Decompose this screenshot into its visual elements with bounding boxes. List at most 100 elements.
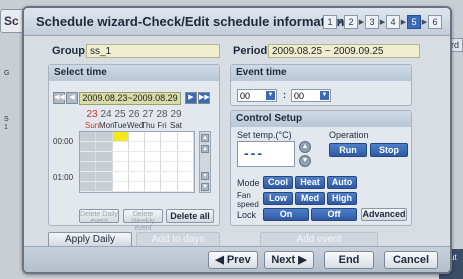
delete-all-button[interactable]: Delete all — [166, 209, 214, 223]
grid-cell[interactable] — [128, 162, 146, 172]
cancel-button[interactable]: Cancel — [384, 251, 438, 269]
grid-cell[interactable] — [161, 182, 178, 192]
next-week-icon[interactable]: ▶ — [185, 92, 197, 104]
advanced-button[interactable]: Advanced — [361, 208, 407, 221]
grid-cell[interactable] — [128, 152, 146, 162]
chevron-left-icon: ◀ — [215, 254, 227, 266]
grid-cell[interactable] — [177, 162, 194, 172]
fan-med-button[interactable]: Med — [295, 192, 325, 205]
day-number: 23 — [86, 109, 98, 120]
grid-cell[interactable] — [145, 182, 162, 192]
grid-cell[interactable] — [177, 142, 194, 152]
grid-cell[interactable] — [177, 182, 194, 192]
fan-high-button[interactable]: High — [327, 192, 357, 205]
grid-cell[interactable] — [128, 182, 146, 192]
grid-cell[interactable] — [161, 142, 178, 152]
grid-cell[interactable] — [80, 142, 97, 152]
grid-cell[interactable] — [80, 182, 97, 192]
next-button[interactable]: Next ▶ — [264, 251, 314, 269]
add-to-days-button[interactable]: Add to days — [136, 232, 220, 247]
grid-cell[interactable] — [112, 152, 129, 162]
prev-button[interactable]: ◀ Prev — [208, 251, 258, 269]
schedule-grid[interactable] — [79, 131, 195, 193]
step-1: 1 — [323, 15, 337, 29]
grid-cell[interactable] — [80, 152, 97, 162]
step-arrow-icon: ▶ — [400, 19, 407, 26]
grid-cell[interactable] — [161, 162, 178, 172]
period-label: Period — [233, 45, 268, 57]
grid-cell[interactable] — [112, 182, 129, 192]
day-name: Mon — [99, 121, 115, 130]
mode-auto-button[interactable]: Auto — [327, 176, 357, 189]
stop-button[interactable]: Stop — [370, 143, 408, 157]
schedule-wizard-dialog: Schedule wizard-Check/Edit schedule info… — [22, 6, 452, 274]
prev-week-icon[interactable]: ◀ — [66, 92, 78, 104]
grid-cell[interactable] — [128, 142, 146, 152]
grid-cell[interactable] — [80, 172, 97, 182]
grid-cell[interactable] — [177, 172, 194, 182]
end-button[interactable]: End — [324, 251, 374, 269]
run-button[interactable]: Run — [329, 143, 367, 157]
next-label: Next — [271, 254, 296, 266]
grid-cell[interactable] — [145, 152, 162, 162]
lock-label: Lock — [237, 210, 257, 220]
mode-heat-button[interactable]: Heat — [295, 176, 325, 189]
day-name: Wed — [127, 121, 144, 130]
grid-cell[interactable] — [96, 182, 113, 192]
grid-cell[interactable] — [161, 172, 178, 182]
scroll-up-icon[interactable]: ▴ — [201, 145, 209, 153]
first-week-icon[interactable]: ◀◀ — [53, 92, 65, 104]
operation-label: Operation — [329, 130, 369, 140]
fan-speed-label: Fan speed — [237, 191, 259, 209]
hour-value: 00 — [240, 91, 251, 101]
grid-scrollbar[interactable]: ▲ ▴ ▾ ▼ — [199, 131, 211, 193]
grid-cell-selected[interactable] — [112, 132, 129, 142]
grid-cell[interactable] — [96, 162, 113, 172]
grid-cell[interactable] — [128, 132, 146, 142]
temp-down-icon[interactable]: ▼ — [299, 155, 311, 167]
grid-cell[interactable] — [112, 162, 129, 172]
grid-cell[interactable] — [96, 132, 113, 142]
scroll-top-icon[interactable]: ▲ — [201, 134, 209, 142]
grid-cell[interactable] — [145, 142, 162, 152]
grid-cell[interactable] — [145, 162, 162, 172]
hour-select[interactable]: 00 ▼ — [237, 89, 277, 102]
background-tab: Sc — [0, 9, 24, 33]
delete-daily-event-button[interactable]: Delete Daily event — [79, 209, 119, 225]
apply-daily-pattern-button[interactable]: Apply Daily pattern — [48, 232, 132, 258]
grid-cell[interactable] — [145, 172, 162, 182]
mode-cool-button[interactable]: Cool — [263, 176, 293, 189]
grid-cell[interactable] — [112, 142, 129, 152]
grid-cell[interactable] — [96, 142, 113, 152]
grid-cell[interactable] — [96, 152, 113, 162]
delete-weekly-event-button[interactable]: Delete Weekly event — [123, 209, 163, 232]
time-separator: : — [283, 90, 286, 100]
grid-cell[interactable] — [128, 172, 146, 182]
grid-cell[interactable] — [145, 132, 162, 142]
scroll-bottom-icon[interactable]: ▼ — [201, 183, 209, 191]
minute-value: 00 — [294, 91, 305, 101]
grid-cell[interactable] — [80, 162, 97, 172]
background-text: S — [4, 116, 9, 123]
prev-label: Prev — [226, 254, 251, 266]
grid-cell[interactable] — [112, 172, 129, 182]
grid-cell[interactable] — [177, 152, 194, 162]
grid-cell[interactable] — [96, 172, 113, 182]
grid-cell[interactable] — [161, 152, 178, 162]
add-event-button[interactable]: Add event — [260, 232, 378, 247]
minute-select[interactable]: 00 ▼ — [291, 89, 331, 102]
fan-low-button[interactable]: Low — [263, 192, 293, 205]
select-time-header: Select time — [49, 65, 219, 81]
week-range-field: 2009.08.23~2009.08.29 — [79, 92, 181, 105]
lock-on-button[interactable]: On — [263, 208, 309, 221]
lock-off-button[interactable]: Off — [311, 208, 357, 221]
grid-cell[interactable] — [177, 132, 194, 142]
last-week-icon[interactable]: ▶▶ — [198, 92, 210, 104]
scroll-down-icon[interactable]: ▾ — [201, 172, 209, 180]
temp-up-icon[interactable]: ▲ — [299, 141, 311, 153]
chevron-down-icon: ▼ — [266, 91, 275, 100]
grid-cell[interactable] — [161, 132, 178, 142]
grid-cell[interactable] — [80, 132, 97, 142]
group-label: Group — [52, 45, 85, 57]
step-2: 2 — [344, 15, 358, 29]
